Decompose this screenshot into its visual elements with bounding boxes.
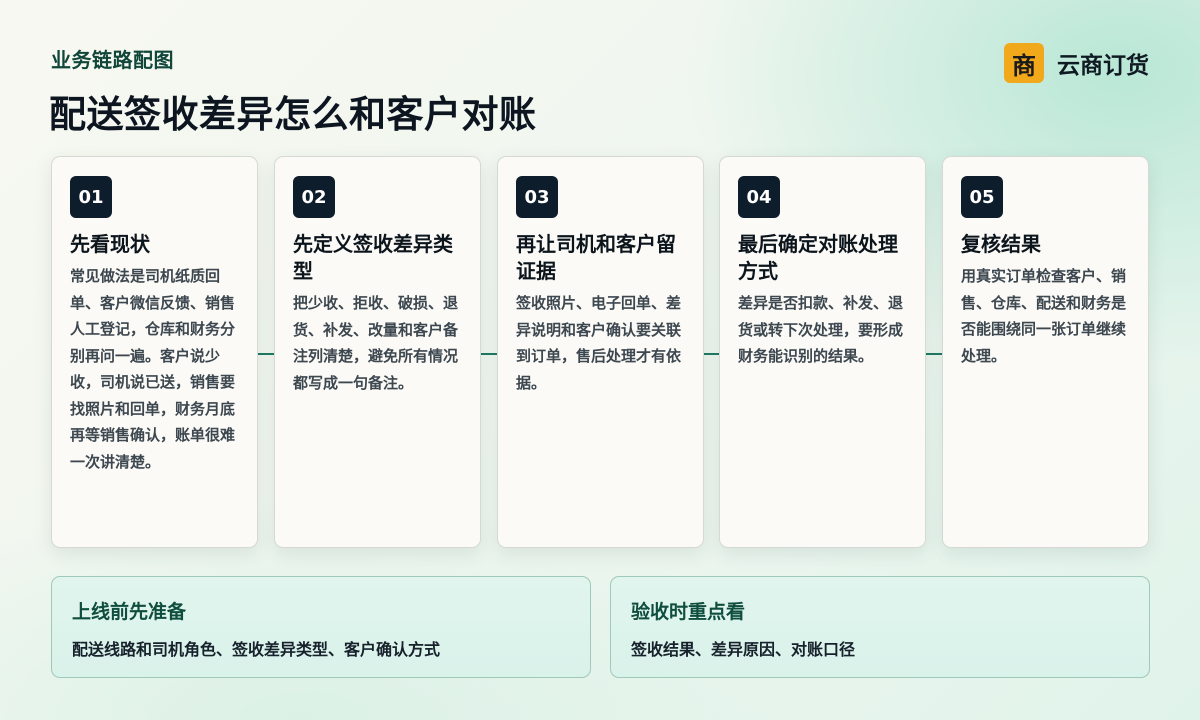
brand-badge-icon: 商 xyxy=(1004,43,1044,83)
flow-connector-1-2 xyxy=(258,353,274,355)
step-number-badge: 02 xyxy=(293,176,335,218)
step-description: 签收照片、电子回单、差异说明和客户确认要关联到订单，售后处理才有依据。 xyxy=(516,294,682,392)
acceptance-panel: 验收时重点看 签收结果、差异原因、对账口径 xyxy=(610,576,1150,678)
step-number-badge: 04 xyxy=(738,176,780,218)
step-description: 把少收、拒收、破损、退货、补发、改量和客户备注列清楚，避免所有情况都写成一句备注… xyxy=(293,294,459,392)
page-title: 配送签收差异怎么和客户对账 xyxy=(49,93,537,136)
flow-connector-4-5 xyxy=(926,353,942,355)
step-number-badge: 05 xyxy=(961,176,1003,218)
flow-connector-2-3 xyxy=(481,353,497,355)
panel-text: 配送线路和司机角色、签收差异类型、客户确认方式 xyxy=(72,640,441,659)
step-title: 先定义签收差异类型 xyxy=(293,232,453,283)
step-number-badge: 01 xyxy=(70,176,112,218)
step-number-badge: 03 xyxy=(516,176,558,218)
panel-title: 验收时重点看 xyxy=(631,601,746,623)
brand-name: 云商订货 xyxy=(1057,53,1149,79)
step-title: 再让司机和客户留证据 xyxy=(516,232,676,283)
flow-connector-3-4 xyxy=(703,353,719,355)
step-title: 复核结果 xyxy=(961,232,1041,256)
step-description: 常见做法是司机纸质回单、客户微信反馈、销售人工登记，仓库和财务分别再问一遍。客户… xyxy=(70,267,236,471)
panel-text: 签收结果、差异原因、对账口径 xyxy=(631,640,856,659)
step-card-3: 03 再让司机和客户留证据 签收照片、电子回单、差异说明和客户确认要关联到订单，… xyxy=(497,156,704,548)
step-card-4: 04 最后确定对账处理方式 差异是否扣款、补发、退货或转下次处理，要形成财务能识… xyxy=(719,156,926,548)
step-description: 差异是否扣款、补发、退货或转下次处理，要形成财务能识别的结果。 xyxy=(738,294,904,365)
prep-panel: 上线前先准备 配送线路和司机角色、签收差异类型、客户确认方式 xyxy=(51,576,591,678)
step-title: 最后确定对账处理方式 xyxy=(738,232,898,283)
step-card-2: 02 先定义签收差异类型 把少收、拒收、破损、退货、补发、改量和客户备注列清楚，… xyxy=(274,156,481,548)
page-kicker: 业务链路配图 xyxy=(51,48,174,72)
step-title: 先看现状 xyxy=(70,232,150,256)
panel-title: 上线前先准备 xyxy=(72,601,187,623)
step-card-5: 05 复核结果 用真实订单检查客户、销售、仓库、配送和财务是否能围绕同一张订单继… xyxy=(942,156,1149,548)
brand-logo: 商 云商订货 xyxy=(1004,43,1149,83)
step-description: 用真实订单检查客户、销售、仓库、配送和财务是否能围绕同一张订单继续处理。 xyxy=(961,267,1127,365)
step-card-1: 01 先看现状 常见做法是司机纸质回单、客户微信反馈、销售人工登记，仓库和财务分… xyxy=(51,156,258,548)
